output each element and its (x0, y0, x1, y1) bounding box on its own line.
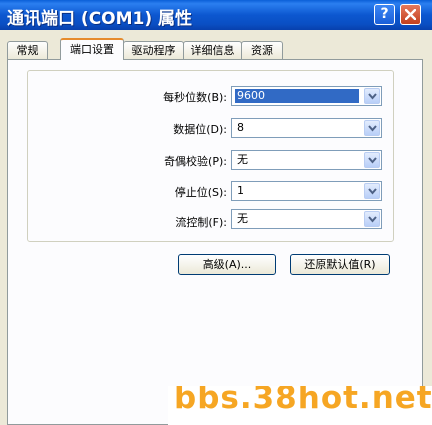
stop-bits-select[interactable]: 1 (231, 181, 382, 201)
tab-label: 资源 (251, 44, 273, 57)
label-data-bits: 数据位(D): (173, 123, 227, 136)
chevron-down-icon (368, 157, 377, 164)
label-parity: 奇偶校验(P): (164, 155, 227, 168)
help-icon: ? (380, 6, 389, 22)
label-stop-bits: 停止位(S): (174, 186, 227, 199)
tab-label: 驱动程序 (131, 44, 176, 57)
chevron-down-icon (368, 93, 377, 100)
bits-per-second-value: 9600 (235, 89, 359, 103)
window-title: 通讯端口 (COM1) 属性 (7, 9, 193, 29)
restore-defaults-button[interactable]: 还原默认值(R) (290, 254, 390, 275)
parity-select[interactable]: 无 (231, 150, 382, 170)
tab-label: 端口设置 (70, 43, 114, 56)
dropdown-button[interactable] (364, 152, 380, 168)
tab-driver[interactable]: 驱动程序 (123, 41, 184, 59)
parity-value: 无 (237, 153, 248, 166)
flow-control-select[interactable]: 无 (231, 209, 382, 229)
flow-control-value: 无 (237, 212, 248, 225)
close-button[interactable] (400, 4, 421, 25)
label-bits-per-second: 每秒位数(B): (163, 91, 227, 104)
help-button[interactable]: ? (374, 4, 395, 25)
dropdown-button[interactable] (364, 211, 380, 227)
tab-label: 详细信息 (190, 44, 235, 57)
dropdown-button[interactable] (364, 183, 380, 199)
watermark: bbs.38hot.net (168, 386, 432, 425)
tab-details[interactable]: 详细信息 (183, 41, 242, 59)
label-flow-control: 流控制(F): (175, 216, 227, 229)
title-bar[interactable]: 通讯端口 (COM1) 属性 ? (0, 0, 432, 30)
chevron-down-icon (368, 188, 377, 195)
tab-resources[interactable]: 资源 (241, 41, 283, 59)
tab-general[interactable]: 常规 (7, 41, 48, 59)
dropdown-button[interactable] (364, 120, 380, 136)
advanced-button[interactable]: 高级(A)... (178, 254, 276, 275)
data-bits-value: 8 (237, 121, 244, 134)
chevron-down-icon (368, 216, 377, 223)
stop-bits-value: 1 (237, 184, 244, 197)
tab-label: 常规 (16, 44, 39, 57)
watermark-text: bbs.38hot.net (174, 386, 432, 416)
bits-per-second-select[interactable]: 9600 (231, 86, 382, 106)
chevron-down-icon (368, 125, 377, 132)
tab-port-settings[interactable]: 端口设置 (60, 38, 124, 60)
dropdown-button[interactable] (364, 88, 380, 104)
close-icon (405, 9, 416, 20)
data-bits-select[interactable]: 8 (231, 118, 382, 138)
